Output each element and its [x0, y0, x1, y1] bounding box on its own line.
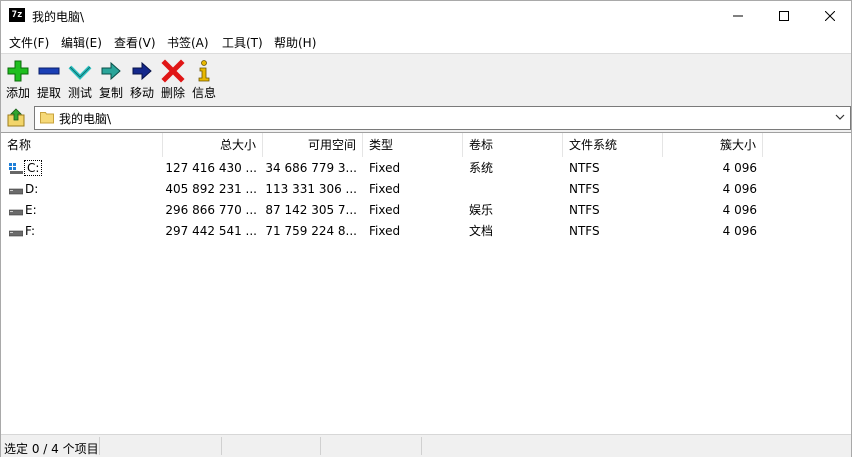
total-size: 297 442 541 ... [165, 224, 257, 238]
address-path: 我的电脑\ [59, 112, 112, 126]
free-space: 113 331 306 ... [265, 182, 357, 196]
up-folder-icon [7, 108, 25, 127]
column-header-file-system[interactable]: 文件系统 [563, 133, 663, 157]
app-icon: 7z [9, 8, 25, 22]
total-size: 405 892 231 ... [165, 182, 257, 196]
title-bar: 7z 我的电脑\ [1, 1, 851, 31]
add-button[interactable]: 添加 [3, 56, 33, 100]
volume-label: 娱乐 [469, 203, 494, 217]
table-row[interactable]: C: 127 416 430 ... 34 686 779 3... Fixed… [1, 158, 851, 179]
extract-button[interactable]: 提取 [34, 56, 64, 100]
address-bar[interactable]: 我的电脑\ [34, 106, 851, 130]
drive-type: Fixed [369, 224, 401, 238]
system-drive-icon [9, 163, 23, 174]
delete-icon [161, 59, 185, 83]
cluster-size: 4 096 [722, 161, 757, 175]
move-button[interactable]: 移动 [127, 56, 157, 100]
move-icon [132, 61, 152, 81]
add-icon [7, 60, 29, 82]
free-space: 87 142 305 7... [265, 203, 357, 217]
drive-type: Fixed [369, 203, 401, 217]
status-segment [222, 437, 321, 455]
file-system: NTFS [569, 203, 600, 217]
drive-type: Fixed [369, 161, 401, 175]
add-label: 添加 [5, 86, 30, 100]
drive-name: C: [23, 160, 43, 176]
maximize-button[interactable] [761, 1, 807, 31]
column-header-name[interactable]: 名称 [1, 133, 163, 157]
volume-label [463, 179, 563, 200]
folder-icon [40, 112, 54, 124]
copy-label: 复制 [98, 86, 123, 100]
table-row[interactable]: F: 297 442 541 ... 71 759 224 8... Fixed… [1, 221, 851, 242]
cluster-size: 4 096 [722, 182, 757, 196]
move-label: 移动 [129, 86, 154, 100]
minimize-icon [733, 15, 743, 17]
extract-icon [38, 67, 60, 75]
column-header-label[interactable]: 卷标 [463, 133, 563, 157]
menu-bookmarks[interactable]: 书签(A) [167, 34, 209, 51]
cluster-size: 4 096 [722, 224, 757, 238]
maximize-icon [779, 11, 789, 21]
close-icon [825, 11, 835, 21]
drive-type: Fixed [369, 182, 401, 196]
file-system: NTFS [569, 224, 600, 238]
test-label: 测试 [67, 86, 92, 100]
minimize-button[interactable] [715, 1, 761, 31]
free-space: 71 759 224 8... [265, 224, 357, 238]
window-title: 我的电脑\ [32, 10, 85, 24]
address-row: 我的电脑\ [1, 103, 851, 131]
drive-icon [9, 230, 23, 237]
test-icon [68, 65, 92, 80]
drive-icon [9, 188, 23, 195]
total-size: 127 416 430 ... [165, 161, 257, 175]
status-segment [321, 437, 422, 455]
extract-label: 提取 [36, 86, 61, 100]
drive-name: E: [25, 203, 37, 217]
drive-name: D: [25, 182, 39, 196]
status-segment: 选定 0 / 4 个项目 [1, 437, 100, 456]
menu-file[interactable]: 文件(F) [9, 34, 49, 51]
file-list: 名称 总大小 可用空间 类型 卷标 文件系统 簇大小 C: 127 416 43… [1, 132, 851, 435]
drive-icon [9, 209, 23, 216]
column-header-type[interactable]: 类型 [363, 133, 463, 157]
volume-label: 文档 [469, 224, 494, 238]
cluster-size: 4 096 [722, 203, 757, 217]
column-header-total-size[interactable]: 总大小 [163, 133, 263, 157]
copy-button[interactable]: 复制 [96, 56, 126, 100]
menu-view[interactable]: 查看(V) [114, 34, 156, 51]
file-system: NTFS [569, 182, 600, 196]
menu-tools[interactable]: 工具(T) [222, 34, 263, 51]
volume-label: 系统 [469, 161, 494, 175]
status-text: 选定 0 / 4 个项目 [4, 442, 99, 456]
file-system: NTFS [569, 161, 600, 175]
toolbar: 添加 提取 测试 复制 移动 删除 信息 [1, 53, 851, 102]
menu-bar: 文件(F) 编辑(E) 查看(V) 书签(A) 工具(T) 帮助(H) [1, 31, 851, 53]
info-button[interactable]: 信息 [189, 56, 219, 100]
main-window: 7z 我的电脑\ 文件(F) 编辑(E) 查看(V) 书签(A) 工具(T) 帮… [0, 0, 852, 457]
chevron-down-icon[interactable] [835, 112, 845, 122]
table-row[interactable]: E: 296 866 770 ... 87 142 305 7... Fixed… [1, 200, 851, 221]
delete-button[interactable]: 删除 [158, 56, 188, 100]
total-size: 296 866 770 ... [165, 203, 257, 217]
copy-icon [101, 61, 121, 81]
info-icon [198, 60, 210, 82]
free-space: 34 686 779 3... [265, 161, 357, 175]
up-folder-button[interactable] [5, 107, 27, 129]
column-header-cluster-size[interactable]: 簇大小 [663, 133, 763, 157]
close-button[interactable] [807, 1, 852, 31]
status-segment [100, 437, 222, 455]
menu-edit[interactable]: 编辑(E) [61, 34, 102, 51]
column-header-free-space[interactable]: 可用空间 [263, 133, 363, 157]
table-row[interactable]: D: 405 892 231 ... 113 331 306 ... Fixed… [1, 179, 851, 200]
menu-help[interactable]: 帮助(H) [274, 34, 316, 51]
info-label: 信息 [191, 86, 216, 100]
status-bar: 选定 0 / 4 个项目 [1, 434, 851, 457]
drive-name: F: [25, 224, 36, 238]
delete-label: 删除 [160, 86, 185, 100]
test-button[interactable]: 测试 [65, 56, 95, 100]
